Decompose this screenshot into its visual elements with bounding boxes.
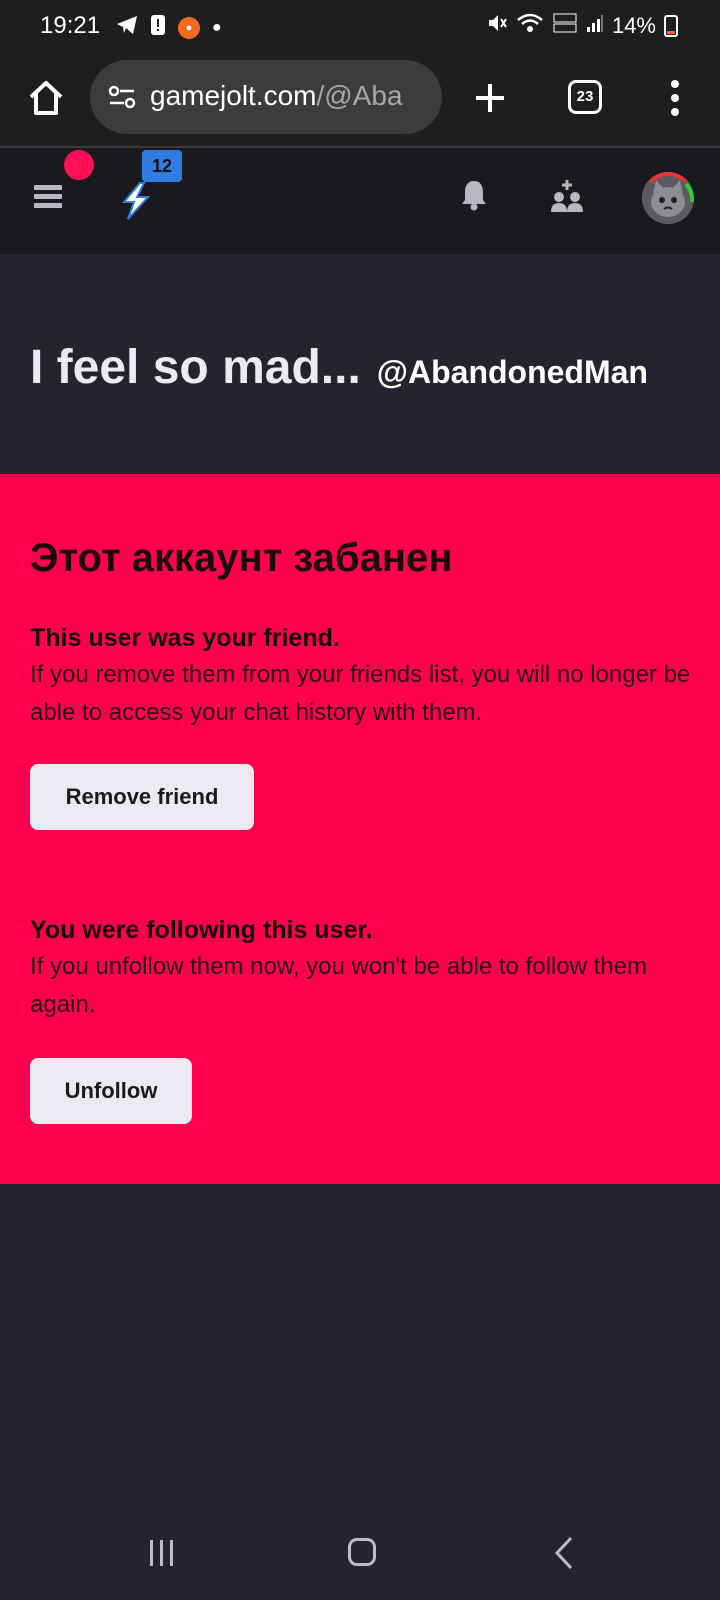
notification-dot bbox=[64, 150, 94, 180]
new-tab-button[interactable] bbox=[470, 78, 510, 118]
status-left-icons: ● ● bbox=[116, 14, 222, 42]
url-path: /@Aba bbox=[316, 80, 403, 111]
menu-toggle-button[interactable] bbox=[34, 184, 62, 210]
signal-icon bbox=[586, 13, 604, 39]
home-icon bbox=[29, 81, 63, 115]
site-settings-icon[interactable] bbox=[108, 84, 136, 110]
battery-percent: 14% bbox=[611, 13, 656, 38]
plus-icon bbox=[476, 84, 504, 112]
follow-notice-text: If you unfollow them now, you won't be a… bbox=[30, 953, 647, 1018]
bolt-icon bbox=[121, 182, 151, 220]
friend-notice-title: This user was your friend. bbox=[30, 624, 340, 652]
alert-icon bbox=[150, 14, 166, 42]
user-avatar[interactable] bbox=[642, 172, 694, 224]
site-nav: 12 bbox=[0, 148, 720, 254]
browser-home-button[interactable] bbox=[26, 78, 66, 118]
status-time: 19:21 bbox=[40, 12, 101, 39]
hamburger-icon bbox=[34, 185, 62, 208]
battery-icon bbox=[664, 15, 678, 37]
recents-button[interactable] bbox=[148, 1540, 176, 1566]
avatar-cat-image bbox=[642, 172, 694, 224]
follow-notice-title: You were following this user. bbox=[30, 916, 373, 944]
profile-title: I feel so mad... bbox=[30, 341, 361, 394]
follow-notice: You were following this user. If you unf… bbox=[30, 912, 700, 1024]
recents-icon bbox=[150, 1540, 173, 1566]
wifi-icon bbox=[516, 12, 544, 40]
telegram-icon bbox=[116, 15, 138, 41]
quests-button[interactable] bbox=[120, 182, 152, 220]
friend-notice: This user was your friend. If you remove… bbox=[30, 620, 700, 732]
mute-icon bbox=[486, 12, 508, 40]
profile-header: I feel so mad... @AbandonedMan bbox=[30, 340, 710, 410]
browser-menu-button[interactable] bbox=[664, 76, 686, 120]
remove-friend-button[interactable]: Remove friend bbox=[30, 764, 254, 830]
banned-heading: Этот аккаунт забанен bbox=[30, 536, 453, 580]
volte-icon bbox=[552, 12, 578, 40]
system-nav-bar bbox=[0, 1508, 720, 1600]
bell-icon bbox=[462, 181, 486, 211]
url-text[interactable]: gamejolt.com/@Aba bbox=[150, 80, 432, 114]
status-right-icons: 14% bbox=[486, 12, 678, 40]
more-vert-icon bbox=[671, 80, 679, 116]
address-bar[interactable]: gamejolt.com/@Aba bbox=[90, 60, 442, 134]
friend-notice-text: If you remove them from your friends lis… bbox=[30, 661, 691, 726]
url-domain: gamejolt.com bbox=[150, 80, 317, 111]
back-button[interactable] bbox=[554, 1536, 574, 1570]
dot-icon: ● bbox=[212, 19, 222, 36]
tab-switcher-button[interactable]: 23 bbox=[568, 80, 602, 114]
recorder-icon: ● bbox=[178, 17, 200, 39]
unfollow-button[interactable]: Unfollow bbox=[30, 1058, 192, 1124]
profile-username[interactable]: @AbandonedMan bbox=[377, 354, 648, 391]
back-chevron-icon bbox=[554, 1536, 573, 1570]
system-home-button[interactable] bbox=[348, 1538, 376, 1566]
quests-count-badge: 12 bbox=[142, 150, 182, 182]
banned-banner: Этот аккаунт забанен This user was your … bbox=[0, 474, 720, 1184]
friend-requests-button[interactable] bbox=[550, 178, 584, 214]
add-friend-icon bbox=[551, 180, 583, 212]
browser-toolbar: gamejolt.com/@Aba 23 bbox=[0, 54, 720, 148]
notifications-button[interactable] bbox=[460, 178, 488, 212]
status-bar: 19:21 ● ● 14% bbox=[0, 0, 720, 54]
